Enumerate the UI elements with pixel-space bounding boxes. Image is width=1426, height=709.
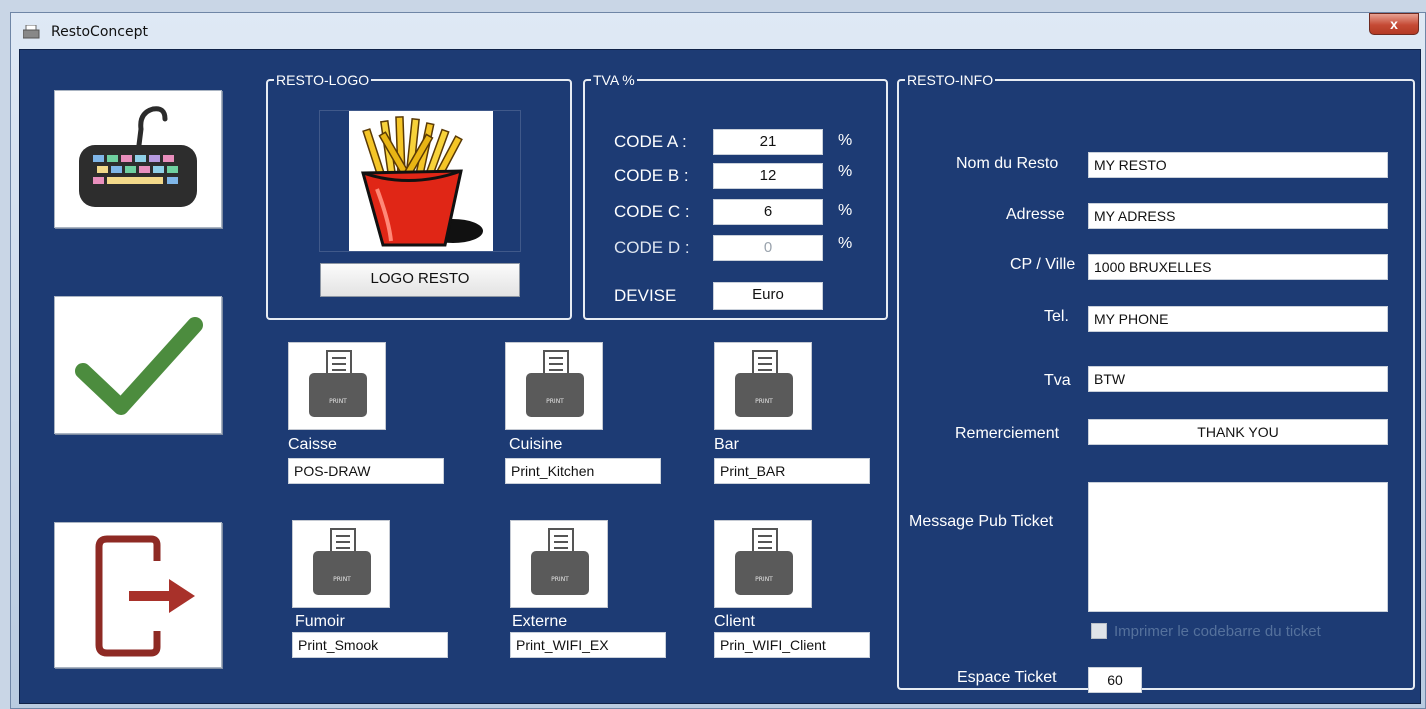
printer-client-input[interactable]: Prin_WIFI_Client bbox=[714, 632, 870, 658]
tva-code-b-label: CODE B : bbox=[614, 166, 689, 185]
printer-icon: PRINT bbox=[531, 528, 589, 595]
barcode-checkbox-label: Imprimer le codebarre du ticket bbox=[1114, 623, 1321, 640]
confirm-button[interactable] bbox=[54, 296, 222, 434]
message-pub-textarea[interactable] bbox=[1088, 482, 1388, 612]
tva-code-a-input[interactable]: 21 bbox=[713, 129, 823, 155]
printer-cuisine-label: Cuisine bbox=[509, 436, 563, 453]
printer-icon: PRINT bbox=[309, 350, 367, 417]
printer-app-icon bbox=[23, 25, 40, 39]
remerciement-input[interactable]: THANK YOU bbox=[1088, 419, 1388, 445]
keyboard-icon bbox=[79, 106, 197, 207]
nom-resto-label: Nom du Resto bbox=[956, 155, 1059, 172]
printer-caisse-button[interactable]: PRINT bbox=[288, 342, 386, 430]
adresse-label: Adresse bbox=[1006, 206, 1065, 223]
checkmark-icon bbox=[75, 317, 203, 415]
printer-icon: PRINT bbox=[735, 528, 793, 595]
printer-externe-input[interactable]: Print_WIFI_EX bbox=[510, 632, 666, 658]
tva-code-c-label: CODE C : bbox=[614, 202, 690, 221]
message-pub-label: Message Pub Ticket bbox=[909, 513, 1054, 530]
tva-legend: TVA % bbox=[593, 72, 635, 88]
printer-icon-text: PRINT bbox=[333, 576, 351, 583]
devise-input[interactable]: Euro bbox=[713, 282, 823, 310]
cp-ville-input[interactable]: 1000 BRUXELLES bbox=[1088, 254, 1388, 280]
tva-code-d-label: CODE D : bbox=[614, 238, 690, 257]
title-bar: RestoConcept x bbox=[11, 13, 1425, 49]
printer-bar-button[interactable]: PRINT bbox=[714, 342, 812, 430]
tva-code-b-unit: % bbox=[838, 163, 853, 180]
window-title: RestoConcept bbox=[51, 24, 148, 40]
french-fries-logo bbox=[349, 111, 493, 251]
printer-bar-label: Bar bbox=[714, 436, 739, 453]
tva-code-d-unit: % bbox=[838, 235, 853, 252]
printer-cuisine-button[interactable]: PRINT bbox=[505, 342, 603, 430]
app-window: RestoConcept x RESTO-LOGO LOGO RESTO TVA… bbox=[10, 12, 1426, 709]
tva-code-c-unit: % bbox=[838, 202, 853, 219]
tel-input[interactable]: MY PHONE bbox=[1088, 306, 1388, 332]
espace-ticket-input[interactable]: 60 bbox=[1088, 667, 1142, 693]
close-button[interactable]: x bbox=[1369, 13, 1419, 35]
tva-number-input[interactable]: BTW bbox=[1088, 366, 1388, 392]
exit-door-icon bbox=[95, 535, 195, 657]
exit-button[interactable] bbox=[54, 522, 222, 668]
printer-fumoir-input[interactable]: Print_Smook bbox=[292, 632, 448, 658]
printer-icon-text: PRINT bbox=[755, 398, 773, 405]
printer-icon-text: PRINT bbox=[551, 576, 569, 583]
printer-cuisine-input[interactable]: Print_Kitchen bbox=[505, 458, 661, 484]
printer-fumoir-label: Fumoir bbox=[295, 613, 345, 630]
logo-image-frame bbox=[319, 110, 521, 252]
tva-code-b-input[interactable]: 12 bbox=[713, 163, 823, 189]
printer-externe-button[interactable]: PRINT bbox=[510, 520, 608, 608]
printer-icon: PRINT bbox=[735, 350, 793, 417]
printer-caisse-input[interactable]: POS-DRAW bbox=[288, 458, 444, 484]
tva-code-a-label: CODE A : bbox=[614, 132, 687, 151]
resto-info-legend: RESTO-INFO bbox=[907, 72, 994, 88]
adresse-input[interactable]: MY ADRESS bbox=[1088, 203, 1388, 229]
main-panel: RESTO-LOGO LOGO RESTO TVA % CODE A: 21 … bbox=[19, 49, 1421, 704]
printer-client-label: Client bbox=[714, 613, 755, 630]
printer-externe-label: Externe bbox=[512, 613, 568, 630]
printer-client-button[interactable]: PRINT bbox=[714, 520, 812, 608]
tva-number-label: Tva bbox=[1044, 372, 1071, 389]
printer-icon-text: PRINT bbox=[546, 398, 564, 405]
resto-logo-legend: RESTO-LOGO bbox=[276, 72, 370, 88]
printer-icon-text: PRINT bbox=[755, 576, 773, 583]
tel-label: Tel. bbox=[1044, 308, 1069, 325]
printer-icon-text: PRINT bbox=[329, 398, 347, 405]
printer-caisse-label: Caisse bbox=[288, 436, 337, 453]
nom-resto-input[interactable]: MY RESTO bbox=[1088, 152, 1388, 178]
printer-fumoir-button[interactable]: PRINT bbox=[292, 520, 390, 608]
remerciement-label: Remerciement bbox=[955, 425, 1060, 442]
keyboard-button[interactable] bbox=[54, 90, 222, 228]
devise-label: DEVISE bbox=[614, 286, 677, 305]
printer-icon: PRINT bbox=[313, 528, 371, 595]
tva-code-d-input[interactable]: 0 bbox=[713, 235, 823, 261]
tva-code-a-unit: % bbox=[838, 132, 853, 149]
tva-code-c-input[interactable]: 6 bbox=[713, 199, 823, 225]
cp-ville-label: CP / Ville bbox=[1010, 256, 1076, 273]
espace-ticket-label: Espace Ticket bbox=[957, 669, 1057, 686]
printer-icon: PRINT bbox=[526, 350, 584, 417]
logo-resto-button[interactable]: LOGO RESTO bbox=[320, 263, 520, 297]
printer-bar-input[interactable]: Print_BAR bbox=[714, 458, 870, 484]
barcode-checkbox[interactable] bbox=[1091, 623, 1107, 639]
